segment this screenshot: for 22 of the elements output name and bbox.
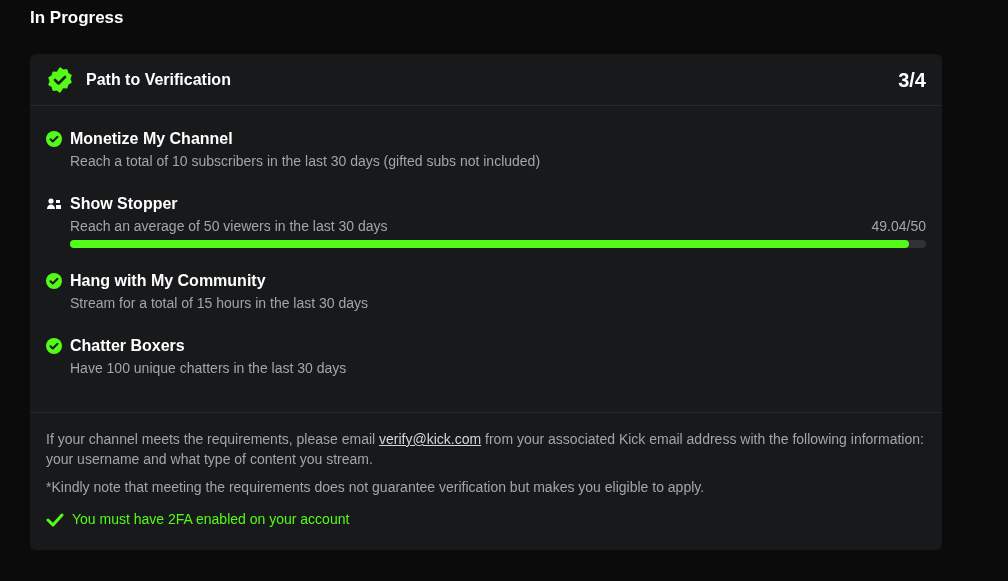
requirement-description: Reach a total of 10 subscribers in the last 30 days (gifted subs not included)	[70, 152, 541, 171]
requirement-title: Show Stopper	[70, 194, 178, 214]
requirement-description: Reach an average of 50 viewers in the last 30 days	[70, 217, 388, 236]
requirement-title: Hang with My Community	[70, 271, 266, 291]
disclaimer-text: *Kindly note that meeting the requirements does not guarantee verification but makes you eligible to apply.	[46, 478, 706, 497]
email-link[interactable]: verify@kick.com	[379, 431, 482, 447]
requirement-description: Stream for a total of 15 hours in the last 30 days	[70, 294, 369, 313]
verified-badge-icon	[46, 65, 74, 94]
check-circle-icon	[46, 338, 62, 354]
requirement-title: Monetize My Channel	[70, 129, 233, 149]
check-circle-icon	[46, 131, 62, 147]
section-title: In Progress	[30, 7, 124, 29]
progress-reading: 49.04/50	[871, 217, 926, 236]
twofa-requirement: You must have 2FA enabled on your account	[72, 510, 350, 529]
check-circle-icon	[46, 273, 62, 289]
progress-count: 3/4	[898, 67, 926, 93]
check-icon	[46, 512, 64, 527]
users-icon	[46, 197, 62, 211]
card-title: Path to Verification	[86, 69, 231, 90]
requirement-title: Chatter Boxers	[70, 336, 185, 356]
requirement-description: Have 100 unique chatters in the last 30 days	[70, 359, 347, 378]
instructions-text: If your channel meets the requirements, please email verify@kick.com from your associated Kick email address with the following information: your username and what type of content you stream.	[46, 430, 925, 469]
